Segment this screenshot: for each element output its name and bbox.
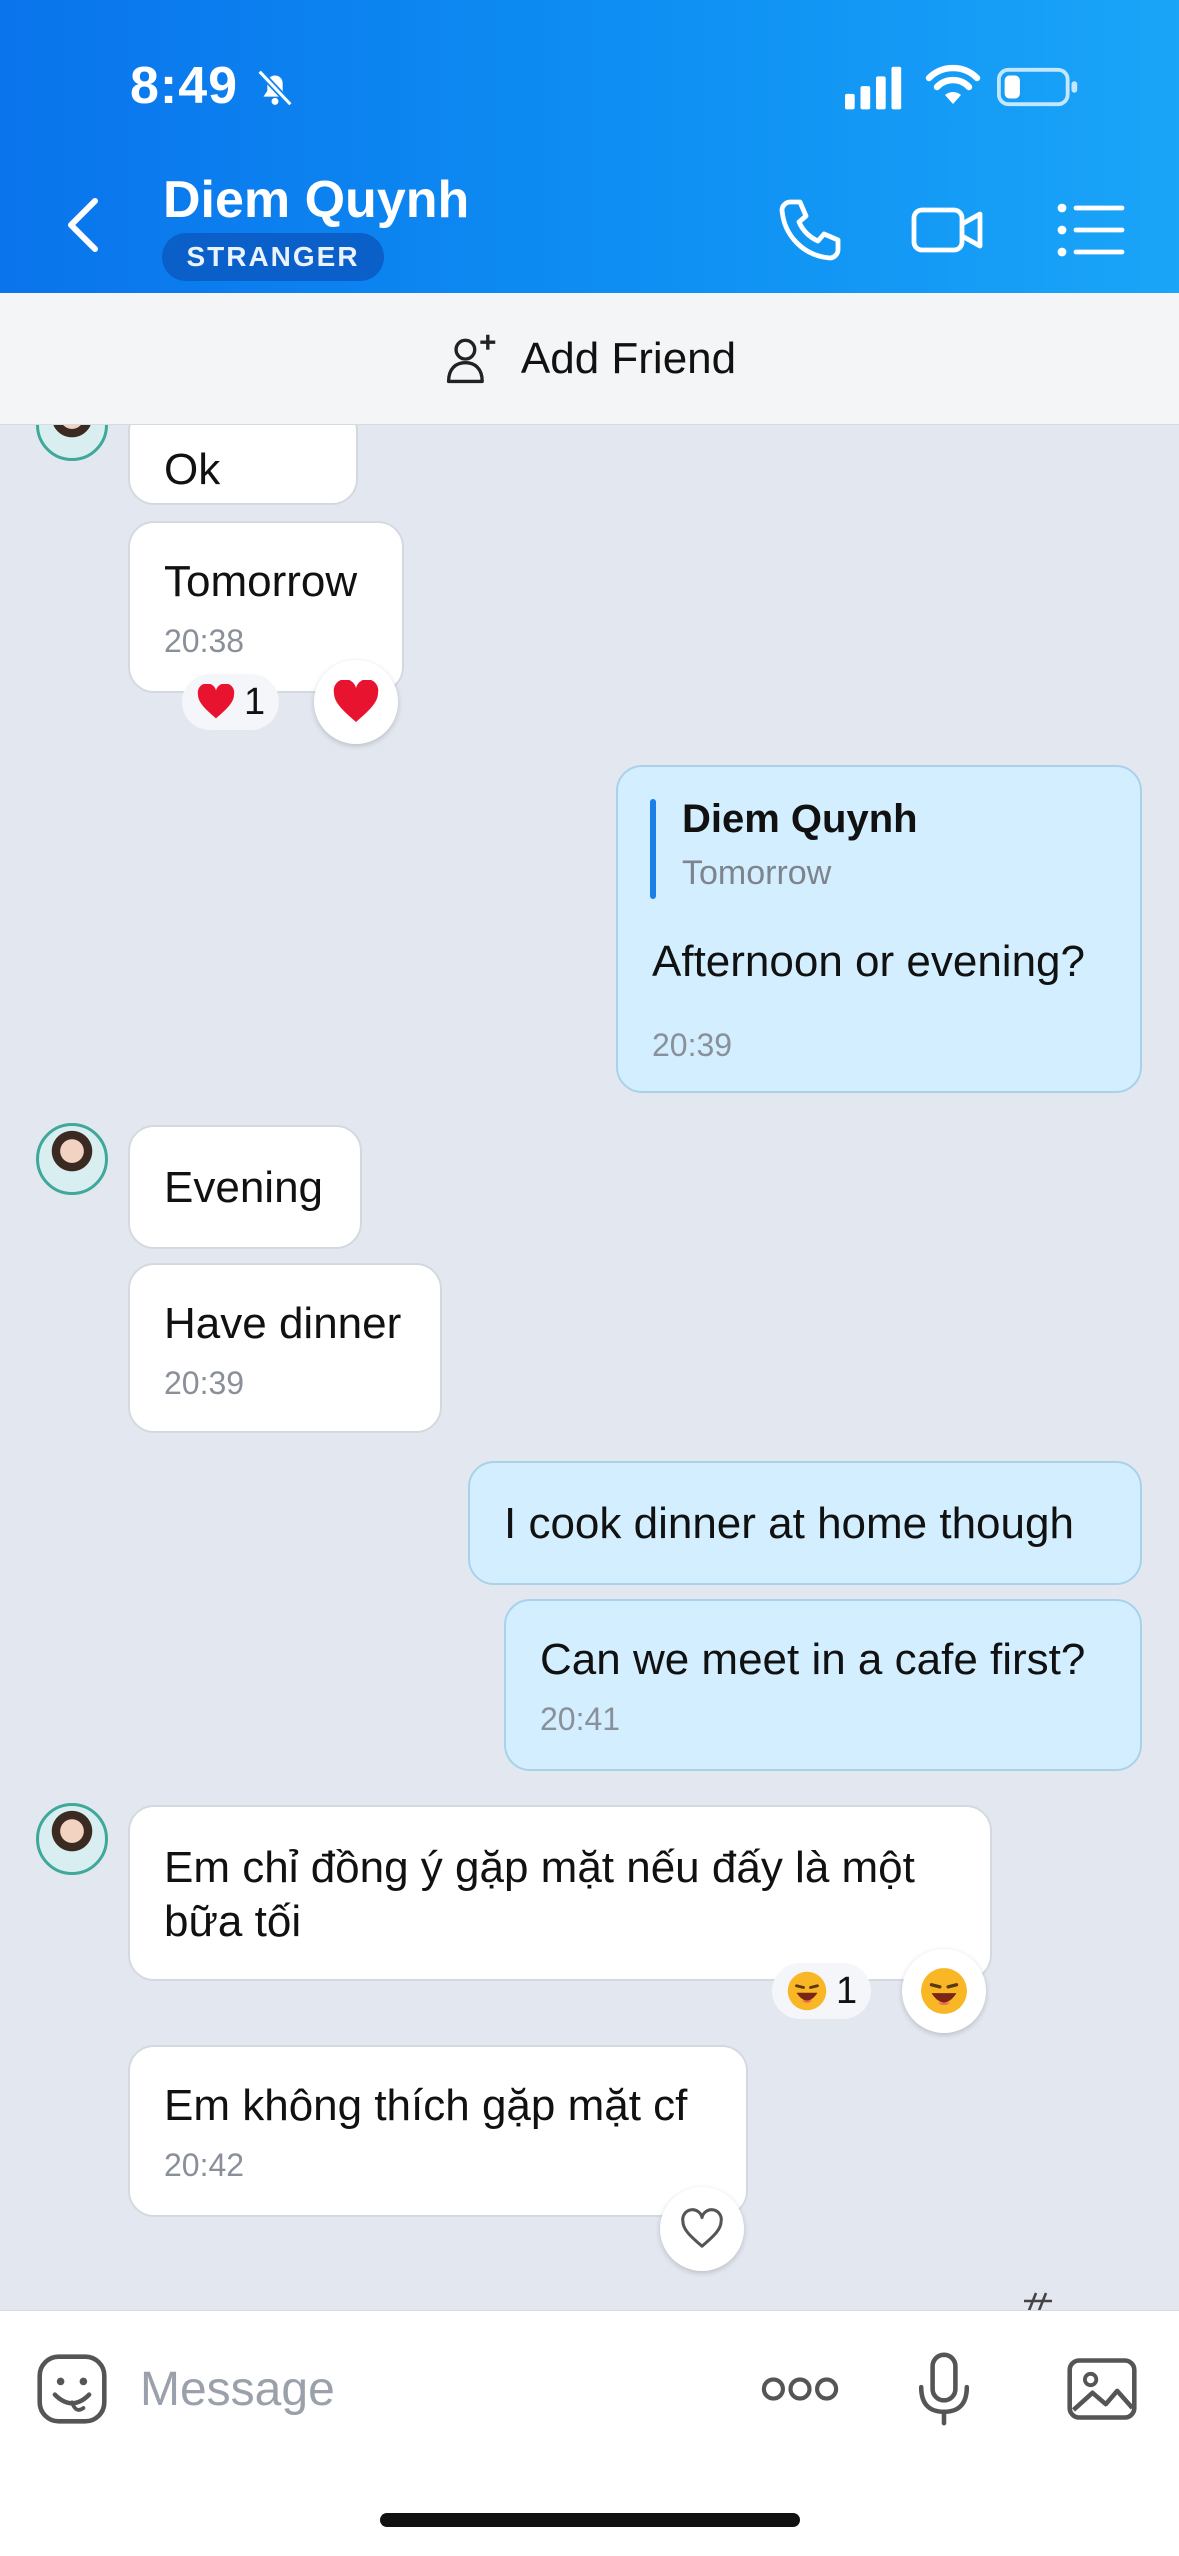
contact-avatar[interactable] [36, 425, 108, 461]
reaction-summary[interactable]: 1 [772, 1963, 872, 2019]
message-bubble-incoming[interactable]: Ok [128, 425, 358, 505]
image-gallery-icon[interactable] [1064, 2351, 1140, 2427]
stranger-badge: STRANGER [162, 233, 384, 281]
reply-quote[interactable]: Diem Quynh Tomorrow [682, 797, 918, 893]
list-menu-icon[interactable] [1050, 190, 1130, 270]
red-heart-icon [333, 680, 379, 722]
home-indicator[interactable] [380, 2513, 800, 2527]
message-bubble-outgoing[interactable]: I cook dinner at home though [468, 1461, 1142, 1585]
contact-name[interactable]: Diem Quynh [163, 170, 469, 230]
react-button[interactable] [314, 660, 398, 744]
cellular-signal-icon [845, 66, 902, 110]
bell-muted-icon [257, 69, 293, 107]
laughing-face-icon [921, 1968, 967, 2014]
add-person-icon [446, 334, 496, 383]
message-bubble-outgoing[interactable]: Diem Quynh Tomorrow Afternoon or evening… [616, 765, 1142, 1093]
contact-avatar[interactable] [36, 1123, 108, 1195]
contact-avatar[interactable] [36, 1803, 108, 1875]
message-bubble-incoming[interactable]: Em chỉ đồng ý gặp mặt nếu đấy là một bữa… [128, 1805, 992, 1981]
reaction-summary[interactable]: 1 [182, 674, 280, 730]
react-button[interactable] [660, 2187, 744, 2271]
status-time: 8:49 [130, 57, 239, 115]
message-list[interactable]: Ok Tomorrow 20:38 1 Diem Quynh Tomorrow … [0, 425, 1179, 2310]
video-call-icon[interactable] [908, 190, 988, 270]
chat-header: 8:49 Diem Quynh STRANGER [0, 0, 1179, 293]
more-options-icon[interactable] [758, 2351, 842, 2427]
typing-indicator-icon [1024, 2292, 1052, 2310]
message-input[interactable] [140, 2355, 700, 2423]
add-friend-bar[interactable]: Add Friend [0, 293, 1179, 425]
wifi-icon [925, 64, 981, 104]
message-bubble-incoming[interactable]: Evening [128, 1125, 362, 1249]
battery-icon [997, 67, 1078, 107]
message-bubble-incoming[interactable]: Em không thích gặp mặt cf 20:42 [128, 2045, 748, 2217]
react-button[interactable] [902, 1949, 986, 2033]
add-friend-label: Add Friend [520, 333, 737, 383]
heart-outline-icon [681, 2208, 723, 2248]
microphone-icon[interactable] [906, 2351, 982, 2427]
reply-quote-bar [650, 799, 656, 899]
sticker-emoji-icon[interactable] [34, 2351, 110, 2427]
message-bubble-outgoing[interactable]: Can we meet in a cafe first? 20:41 [504, 1599, 1142, 1771]
red-heart-icon [197, 684, 235, 719]
phone-call-icon[interactable] [770, 190, 850, 270]
back-chevron-icon[interactable] [58, 195, 108, 255]
laughing-face-icon [787, 1971, 827, 2011]
message-bubble-incoming[interactable]: Have dinner 20:39 [128, 1263, 442, 1433]
